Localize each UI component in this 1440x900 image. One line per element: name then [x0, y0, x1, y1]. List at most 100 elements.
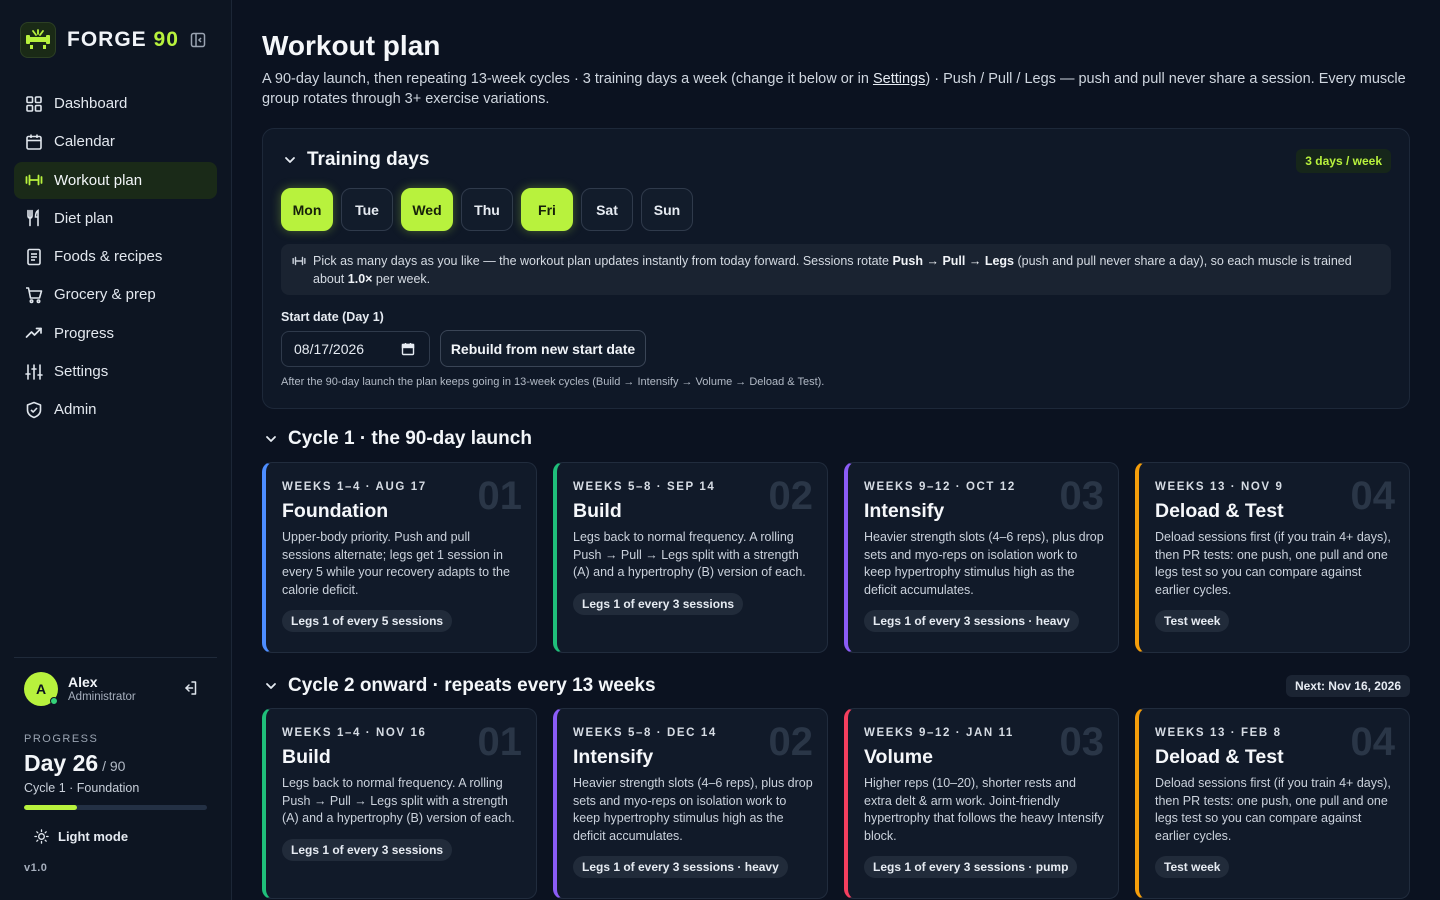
sidebar-item-settings[interactable]: Settings: [14, 353, 217, 390]
utensils-icon: [27, 209, 39, 227]
phase-number: 02: [768, 474, 814, 518]
days-per-week-badge: 3 days / week: [1296, 149, 1391, 173]
sidebar-item-label: Workout plan: [54, 171, 143, 189]
sidebar-item-label: Diet plan: [54, 209, 114, 227]
progress-label: PROGRESS: [24, 733, 99, 745]
main-content: Workout plan A 90-day launch, then repea…: [232, 0, 1440, 900]
dumbbell-icon: [292, 256, 306, 266]
phase-number: 04: [1350, 474, 1396, 518]
sidebar: FORGE 90 Dashboard Calendar Workout plan…: [0, 0, 232, 900]
start-date-label: Start date (Day 1): [281, 310, 384, 324]
sidebar-item-admin[interactable]: Admin: [14, 391, 217, 428]
phase-card[interactable]: WEEKS 13 · NOV 9 04 Deload & Test Deload se…: [1135, 462, 1410, 653]
sidebar-item-label: Calendar: [54, 133, 115, 151]
cycle-2-phases: WEEKS 1–4 · NOV 16 01 Build Legs back to no…: [262, 708, 1410, 899]
dumbbell-icon: [25, 174, 43, 186]
sidebar-item-foods-recipes[interactable]: Foods & recipes: [14, 238, 217, 275]
rebuild-plan-button[interactable]: Rebuild from new start date: [440, 330, 646, 367]
day-toggle-fri[interactable]: Fri: [521, 188, 573, 231]
training-days-header[interactable]: Training days: [283, 149, 429, 171]
collapse-sidebar-icon[interactable]: [188, 30, 208, 50]
logout-icon[interactable]: [182, 680, 200, 698]
sidebar-item-progress[interactable]: Progress: [14, 315, 217, 352]
day-toggle-thu[interactable]: Thu: [461, 188, 513, 231]
sidebar-item-grocery-prep[interactable]: Grocery & prep: [14, 276, 217, 313]
phase-frequency-tag: Legs 1 of every 3 sessions: [282, 838, 453, 861]
phase-number: 01: [477, 720, 523, 764]
phase-frequency-tag: Legs 1 of every 3 sessions · pump: [864, 856, 1078, 878]
phase-frequency-tag: Legs 1 of every 3 sessions · heavy: [864, 610, 1079, 632]
dumbbell-logo-icon: [20, 22, 56, 58]
phase-card[interactable]: WEEKS 1–4 · AUG 17 01 Foundation Upper-body…: [262, 462, 537, 653]
user-card: A Alex Administrator: [24, 672, 214, 708]
cycle-1-header[interactable]: Cycle 1 · the 90-day launch: [264, 428, 532, 450]
calendar-icon: [26, 134, 42, 150]
phase-number: 03: [1059, 720, 1105, 764]
sidebar-divider: [14, 657, 217, 658]
sidebar-item-label: Dashboard: [54, 95, 128, 112]
phase-card[interactable]: WEEKS 13 · FEB 8 04 Deload & Test Deload se…: [1135, 708, 1410, 899]
phase-frequency-tag: Legs 1 of every 5 sessions: [282, 610, 453, 632]
cart-icon: [26, 287, 43, 304]
cycle-note: After the 90-day launch the plan keeps g…: [281, 376, 825, 388]
phase-card[interactable]: WEEKS 5–8 · SEP 14 02 Build Legs back to no…: [553, 462, 828, 653]
day-toggle-wed[interactable]: Wed: [401, 188, 453, 231]
trend-icon: [25, 327, 42, 339]
progress-day: Day 26 / 90: [24, 750, 126, 776]
training-days-panel: Training days 3 days / week Mon Tue Wed …: [262, 128, 1410, 409]
phase-description: Legs back to normal frequency. A rolling…: [573, 530, 806, 579]
app-name: FORGE 90: [67, 28, 179, 51]
phase-description: Higher reps (10–20), shorter rests and e…: [864, 776, 1104, 843]
start-date-input[interactable]: 08/17/2026: [281, 331, 430, 367]
cycle-2-header[interactable]: Cycle 2 onward · repeats every 13 weeks: [264, 675, 656, 697]
book-icon: [27, 248, 41, 265]
phase-card[interactable]: WEEKS 9–12 · OCT 12 03 Intensify Heavier st…: [844, 462, 1119, 653]
sidebar-item-workout-plan[interactable]: Workout plan: [14, 161, 217, 199]
sidebar-item-calendar[interactable]: Calendar: [14, 123, 217, 160]
phase-number: 04: [1350, 720, 1396, 764]
sun-icon: [34, 829, 49, 844]
phase-frequency-tag: Legs 1 of every 3 sessions · heavy: [573, 856, 788, 878]
sidebar-item-label: Progress: [54, 324, 115, 342]
calendar-picker-icon[interactable]: [401, 342, 415, 356]
phase-frequency-tag: Legs 1 of every 3 sessions: [573, 592, 744, 615]
rotation-info: Pick as many days as you like — the work…: [281, 244, 1391, 295]
app-version: v1.0: [24, 862, 48, 874]
phase-card[interactable]: WEEKS 1–4 · NOV 16 01 Build Legs back to no…: [262, 708, 537, 899]
cycle-1-phases: WEEKS 1–4 · AUG 17 01 Foundation Upper-body…: [262, 462, 1410, 653]
day-toggle-tue[interactable]: Tue: [341, 188, 393, 231]
phase-number: 03: [1059, 474, 1105, 518]
day-toggle-mon[interactable]: Mon: [281, 188, 333, 231]
settings-link[interactable]: Settings: [873, 71, 925, 87]
sidebar-item-label: Grocery & prep: [54, 286, 156, 304]
brand[interactable]: FORGE 90: [20, 22, 179, 58]
progress-bar: [24, 805, 207, 810]
day-toggle-sat[interactable]: Sat: [581, 188, 633, 231]
sidebar-item-dashboard[interactable]: Dashboard: [14, 85, 217, 122]
sidebar-item-label: Admin: [54, 401, 97, 419]
phase-frequency-tag: Test week: [1155, 856, 1230, 878]
grid-icon: [26, 95, 42, 112]
progress-cycle: Cycle 1 · Foundation: [24, 781, 140, 795]
light-mode-toggle[interactable]: Light mode: [34, 829, 128, 844]
chevron-down-icon: [285, 157, 295, 163]
sidebar-item-label: Settings: [54, 363, 109, 381]
sliders-icon: [25, 363, 43, 380]
page-description: A 90-day launch, then repeating 13-week …: [262, 71, 1406, 107]
sidebar-item-diet-plan[interactable]: Diet plan: [14, 200, 217, 237]
phase-number: 01: [477, 474, 523, 518]
phase-card[interactable]: WEEKS 5–8 · DEC 14 02 Intensify Heavier str…: [553, 708, 828, 899]
day-toggle-sun[interactable]: Sun: [641, 188, 693, 231]
user-name: Alex: [68, 674, 98, 690]
phase-description: Heavier strength slots (4–6 reps), plus …: [864, 530, 1104, 597]
online-status-dot: [50, 697, 58, 705]
phase-description: Heavier strength slots (4–6 reps), plus …: [573, 776, 813, 843]
day-picker: Mon Tue Wed Thu Fri Sat Sun: [281, 188, 701, 231]
phase-description: Deload sessions first (if you train 4+ d…: [1155, 530, 1391, 597]
page-title: Workout plan: [262, 30, 441, 61]
chevron-down-icon: [266, 683, 276, 689]
phase-frequency-tag: Test week: [1155, 610, 1230, 632]
next-cycle-badge: Next: Nov 16, 2026: [1285, 675, 1410, 697]
phase-card[interactable]: WEEKS 9–12 · JAN 11 03 Volume Higher reps (…: [844, 708, 1119, 899]
sidebar-nav: Dashboard Calendar Workout plan Diet pla…: [14, 85, 217, 430]
